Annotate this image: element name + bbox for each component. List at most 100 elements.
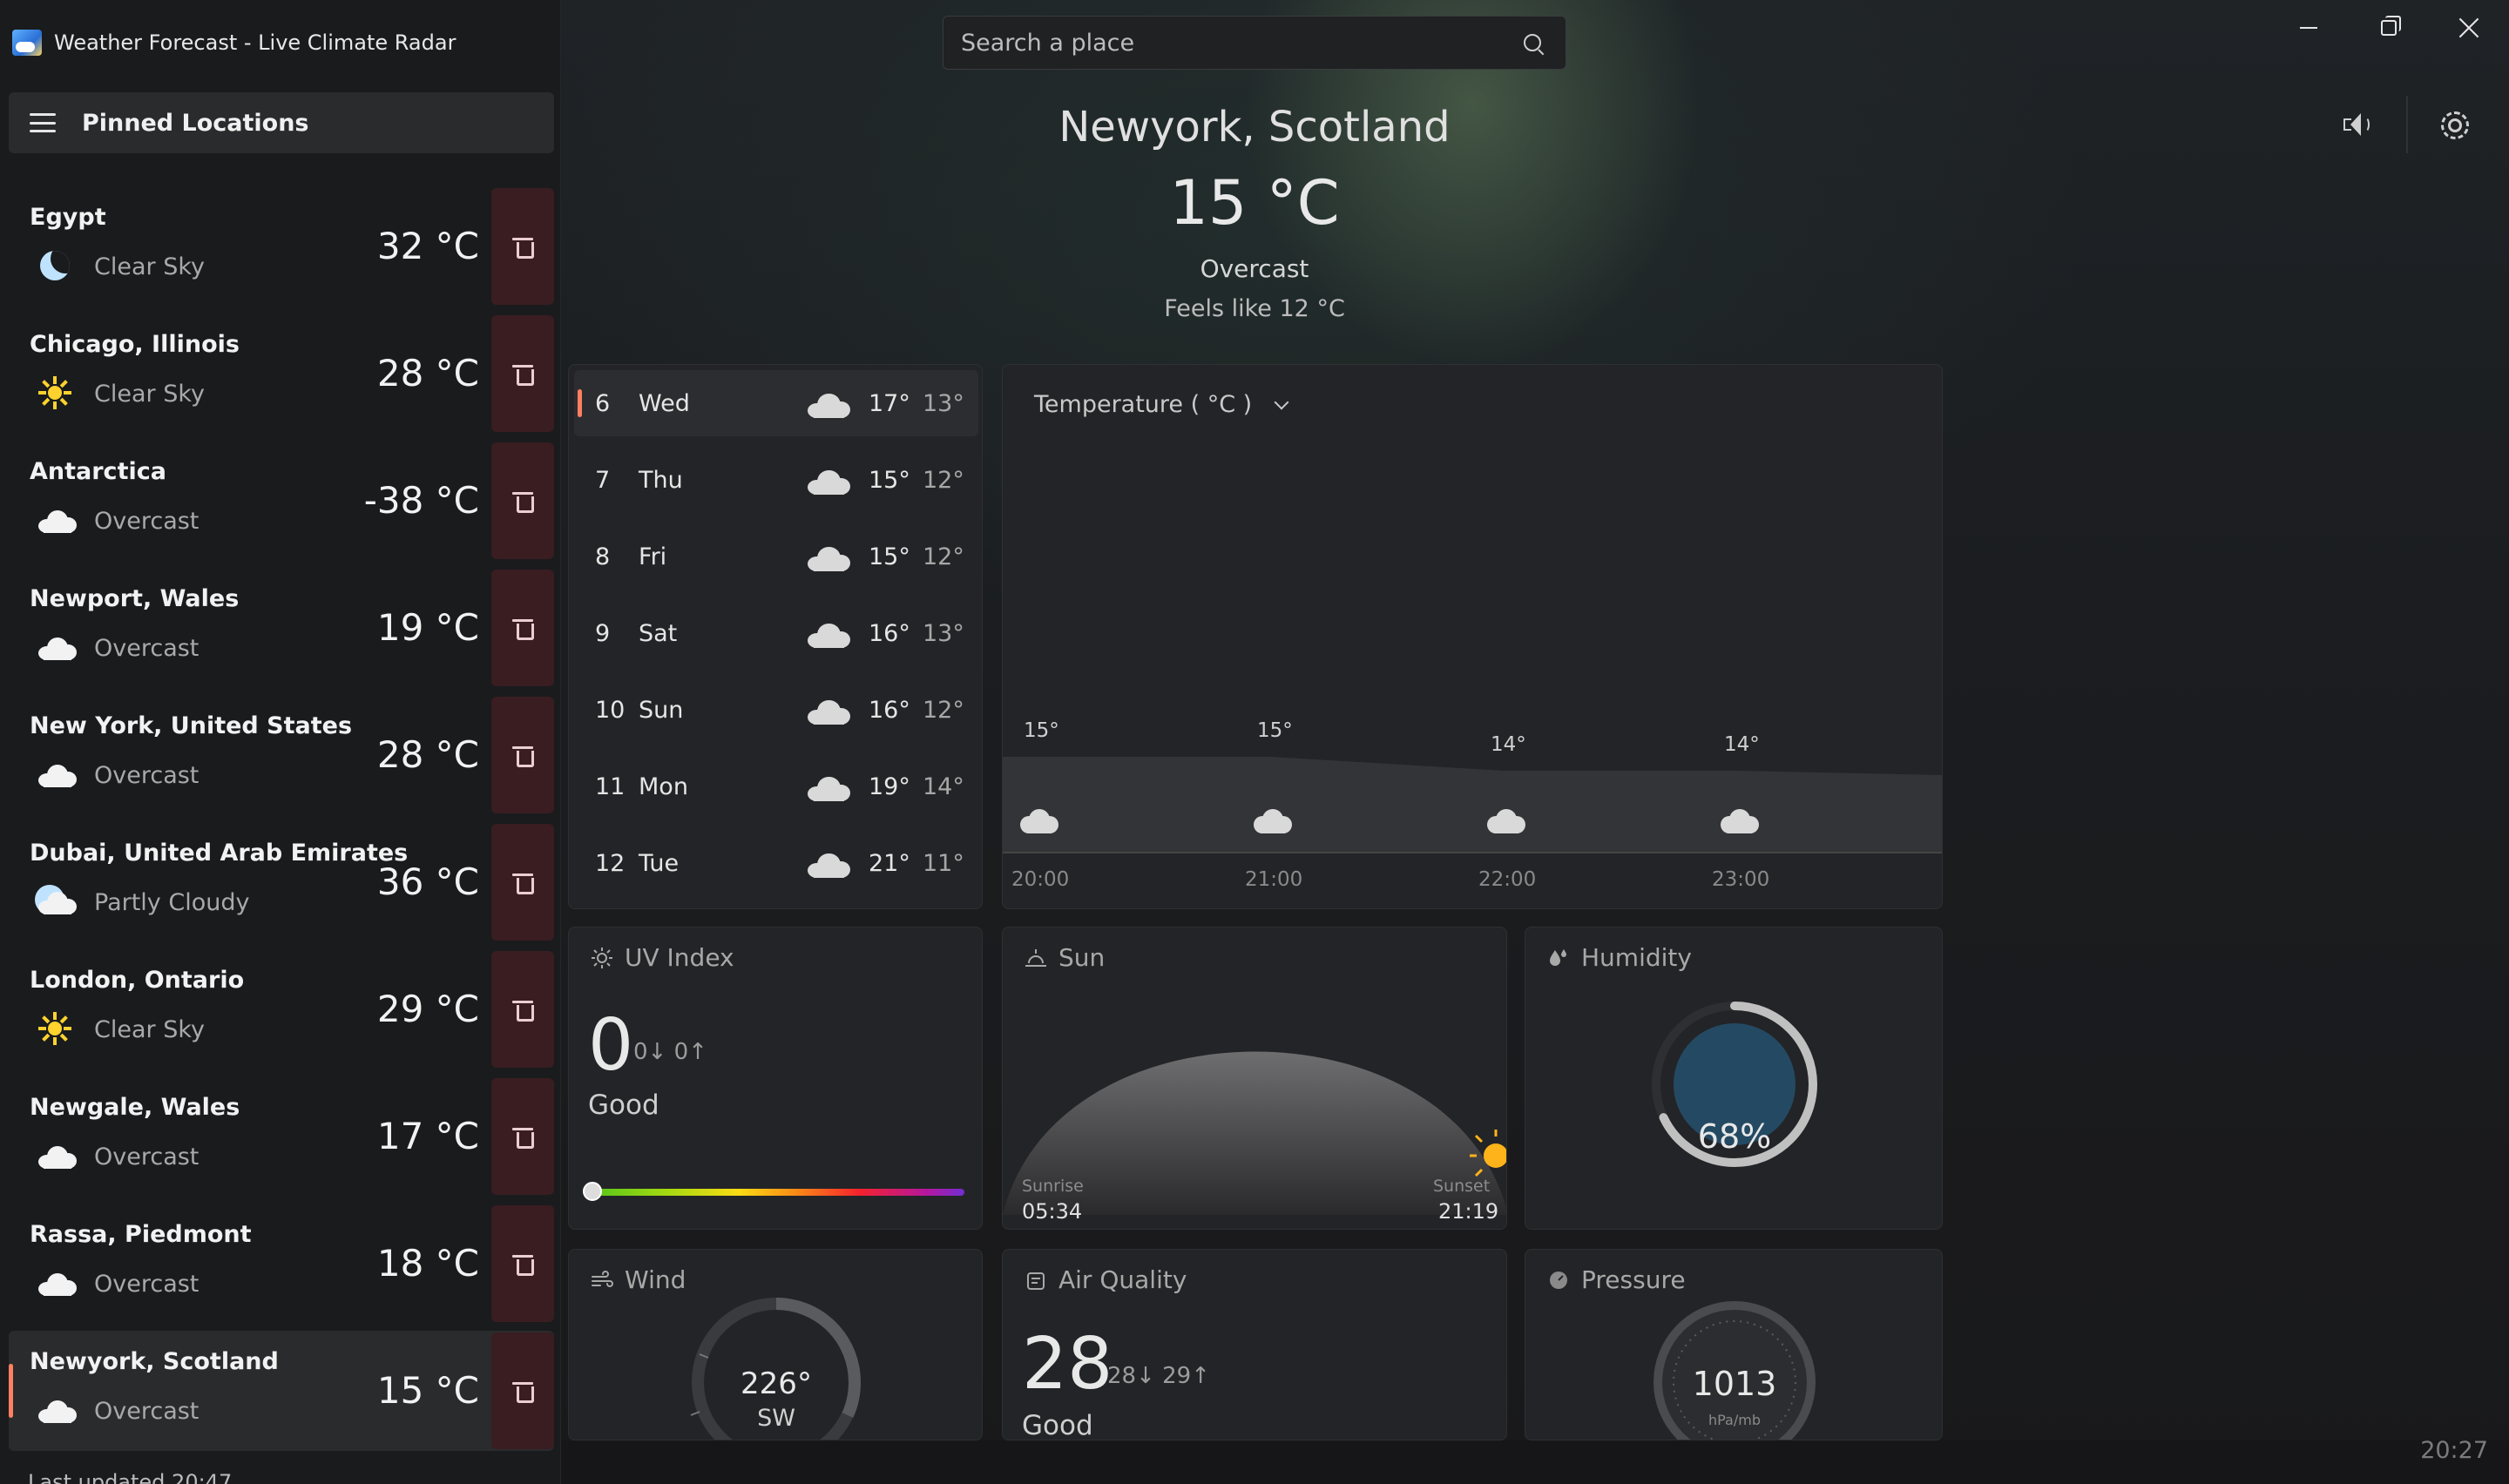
air-quality-level: Good [1022, 1410, 1093, 1440]
location-condition: Overcast [35, 1139, 199, 1174]
delete-location-button[interactable] [491, 442, 554, 559]
pinned-location-item[interactable]: Newyork, Scotland Overcast 15 °C [9, 1331, 554, 1451]
pinned-location-item[interactable]: Newgale, Wales Overcast 17 °C [9, 1076, 554, 1197]
delete-location-button[interactable] [491, 697, 554, 813]
humidity-gauge [1652, 1002, 1817, 1167]
forecast-day-number: 11 [595, 772, 626, 800]
forecast-day-name: Sat [639, 619, 678, 647]
delete-location-button[interactable] [491, 315, 554, 432]
forecast-day-row[interactable]: 6 Wed 17° 13° [574, 370, 978, 436]
search-icon[interactable] [1524, 34, 1541, 51]
chart-value-label: 15° [1257, 719, 1293, 742]
header-divider [2406, 96, 2408, 153]
temperature-area [1003, 757, 1942, 853]
location-temperature: 28 °C [376, 733, 479, 776]
humidity-value: 68% [1697, 1117, 1772, 1156]
sun-panel: Sun Sunrise 05:34 Sunset 21:19 [1002, 927, 1507, 1230]
forecast-day-row[interactable]: 11 Mon 19° 14° [574, 753, 978, 820]
sunrise-time: 05:34 [1022, 1199, 1083, 1224]
daily-forecast-panel: 6 Wed 17° 13° 7 Thu 15° 12° 8 Fri 15° 12… [568, 364, 983, 909]
sun-icon [35, 376, 78, 411]
delete-location-button[interactable] [491, 824, 554, 941]
pinned-location-item[interactable]: Egypt Clear Sky 32 °C [9, 186, 554, 307]
forecast-day-name: Sun [639, 696, 684, 724]
forecast-high: 15° [869, 466, 910, 494]
forecast-day-row[interactable]: 12 Tue 21° 11° [574, 830, 978, 896]
minimize-button[interactable] [2269, 0, 2349, 56]
chart-x-tick: 22:00 [1478, 868, 1536, 891]
pinned-locations-title: Pinned Locations [82, 109, 309, 137]
search-input[interactable] [961, 29, 1524, 57]
search-box[interactable] [943, 16, 1566, 70]
sunrise-label: Sunrise [1022, 1177, 1084, 1196]
current-city: Newyork, Scotland [1058, 103, 1451, 152]
trash-icon [512, 872, 534, 894]
cloud-icon [804, 846, 853, 879]
forecast-day-name: Fri [639, 543, 667, 570]
sunset-label: Sunset [1433, 1177, 1491, 1196]
partly-cloudy-icon [35, 885, 78, 920]
chart-value-label: 14° [1724, 733, 1760, 756]
delete-location-button[interactable] [491, 188, 554, 305]
restore-button[interactable] [2349, 0, 2429, 56]
delete-location-button[interactable] [491, 1332, 554, 1449]
sun-icon [35, 1012, 78, 1047]
trash-icon [512, 1380, 534, 1403]
app-logo-icon [12, 30, 42, 56]
air-quality-header: Air Quality [1024, 1265, 1187, 1294]
location-temperature: 18 °C [376, 1242, 479, 1285]
forecast-day-row[interactable]: 7 Thu 15° 12° [574, 447, 978, 513]
clock-text: 20:27 [2420, 1437, 2488, 1464]
chart-metric-dropdown[interactable]: Temperature ( °C ) [1034, 391, 1289, 418]
speaker-wave-shape [2361, 117, 2370, 132]
settings-button[interactable] [2436, 106, 2474, 145]
location-condition: Overcast [35, 758, 199, 793]
feels-like-text: Feels like 12 °C [1164, 295, 1345, 322]
location-temperature: 19 °C [376, 606, 479, 649]
current-condition: Overcast [1200, 254, 1309, 283]
forecast-day-row[interactable]: 8 Fri 15° 12° [574, 523, 978, 590]
trash-icon [512, 490, 534, 513]
forecast-day-row[interactable]: 10 Sun 16° 12° [574, 677, 978, 743]
delete-location-button[interactable] [491, 951, 554, 1068]
temperature-chart-svg: 15° 20:00 15° 21:00 14° 22:00 14° 23:00 [1003, 719, 1942, 891]
location-name: Dubai, United Arab Emirates [30, 840, 409, 867]
speaker-button[interactable] [2337, 106, 2375, 145]
pinned-location-item[interactable]: Antarctica Overcast -38 °C [9, 441, 554, 561]
forecast-day-number: 7 [595, 466, 611, 494]
location-condition: Overcast [35, 503, 199, 538]
location-temperature: 17 °C [376, 1115, 479, 1157]
uv-index-header: UV Index [590, 943, 734, 972]
cloud-icon [804, 692, 853, 725]
pinned-location-item[interactable]: New York, United States Overcast 28 °C [9, 695, 554, 815]
delete-location-button[interactable] [491, 570, 554, 686]
pinned-location-item[interactable]: Dubai, United Arab Emirates Partly Cloud… [9, 822, 554, 942]
pinned-location-item[interactable]: Newport, Wales Overcast 19 °C [9, 568, 554, 688]
pinned-location-item[interactable]: Rassa, Piedmont Overcast 18 °C [9, 1204, 554, 1324]
forecast-day-row[interactable]: 9 Sat 16° 13° [574, 600, 978, 666]
wind-panel: Wind 226° SW [568, 1249, 983, 1440]
location-name: Rassa, Piedmont [30, 1221, 252, 1248]
chart-metric-label: Temperature ( °C ) [1034, 391, 1253, 418]
location-name: Chicago, Illinois [30, 331, 240, 358]
delete-location-button[interactable] [491, 1078, 554, 1195]
minimize-icon [2300, 27, 2317, 29]
location-condition: Overcast [35, 631, 199, 665]
location-name: New York, United States [30, 712, 353, 739]
current-temperature: 15 °C [1169, 167, 1340, 239]
chevron-down-icon [1274, 395, 1289, 409]
delete-location-button[interactable] [491, 1205, 554, 1322]
uv-index-marker [583, 1182, 602, 1201]
forecast-low: 11° [923, 849, 964, 877]
location-temperature: 28 °C [376, 352, 479, 395]
hamburger-menu-icon[interactable] [30, 113, 56, 132]
pinned-locations-header[interactable]: Pinned Locations [9, 92, 554, 153]
forecast-low: 13° [923, 389, 964, 417]
pinned-location-item[interactable]: London, Ontario Clear Sky 29 °C [9, 949, 554, 1069]
pinned-location-item[interactable]: Chicago, Illinois Clear Sky 28 °C [9, 314, 554, 434]
location-condition-text: Overcast [94, 761, 200, 789]
close-button[interactable] [2429, 0, 2509, 56]
forecast-low: 13° [923, 619, 964, 647]
cloud-icon [35, 503, 78, 538]
cloud-icon [35, 631, 78, 665]
